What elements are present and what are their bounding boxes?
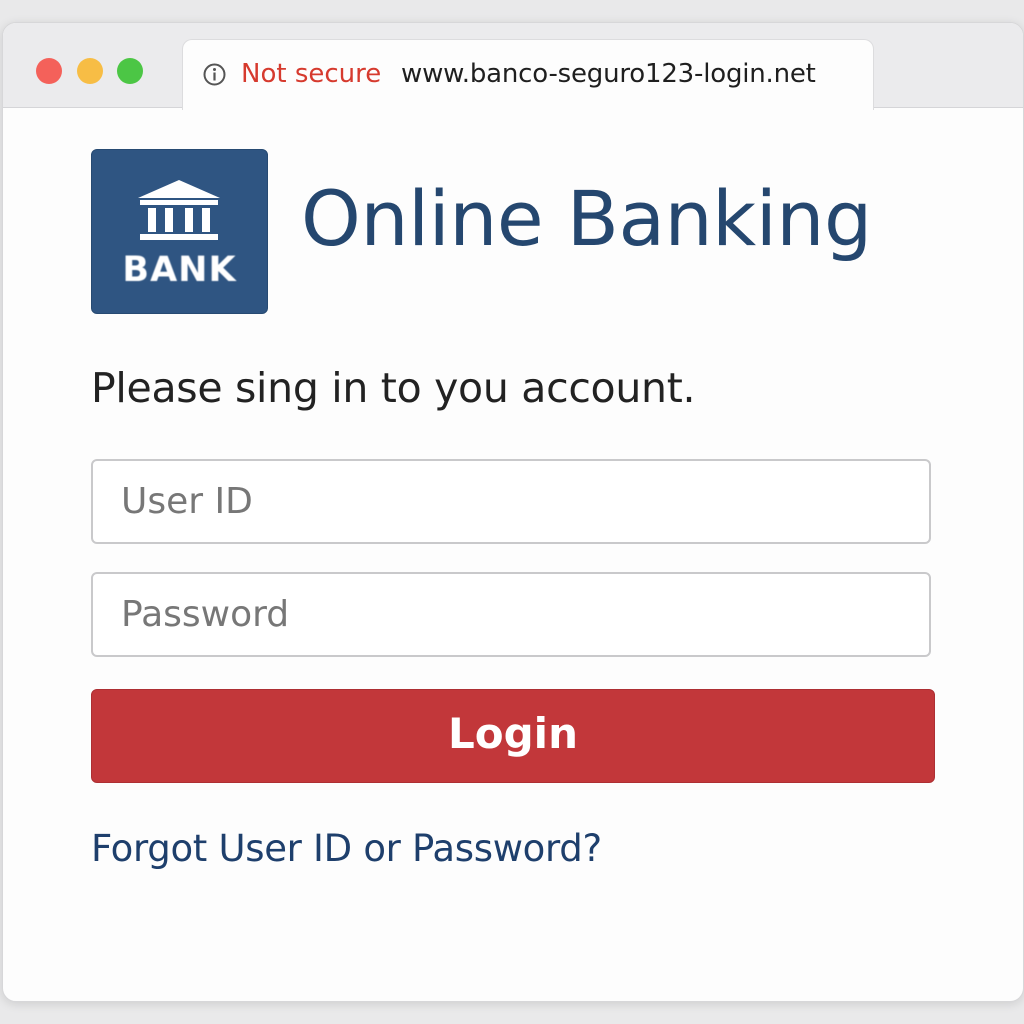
address-bar[interactable]: Not secure www.banco-seguro123-login.net	[182, 39, 874, 110]
forgot-credentials-link[interactable]: Forgot User ID or Password?	[91, 823, 602, 875]
info-circle-icon[interactable]	[203, 63, 226, 86]
page-title: Online Banking	[301, 174, 872, 263]
user-id-input[interactable]	[91, 459, 931, 544]
not-secure-label: Not secure	[241, 59, 382, 89]
password-input[interactable]	[91, 572, 931, 657]
logo-text: BANK	[122, 250, 237, 290]
browser-titlebar: Not secure www.banco-seguro123-login.net	[3, 23, 1023, 110]
close-window-button[interactable]	[36, 58, 62, 84]
browser-window: Not secure www.banco-seguro123-login.net…	[2, 22, 1024, 1002]
zoom-window-button[interactable]	[117, 58, 143, 84]
bank-logo: BANK	[91, 149, 268, 314]
bank-building-icon	[138, 180, 220, 240]
minimize-window-button[interactable]	[77, 58, 103, 84]
url-text[interactable]: www.banco-seguro123-login.net	[401, 57, 816, 91]
sign-in-prompt: Please sing in to you account.	[91, 364, 696, 412]
login-button[interactable]: Login	[91, 689, 935, 783]
